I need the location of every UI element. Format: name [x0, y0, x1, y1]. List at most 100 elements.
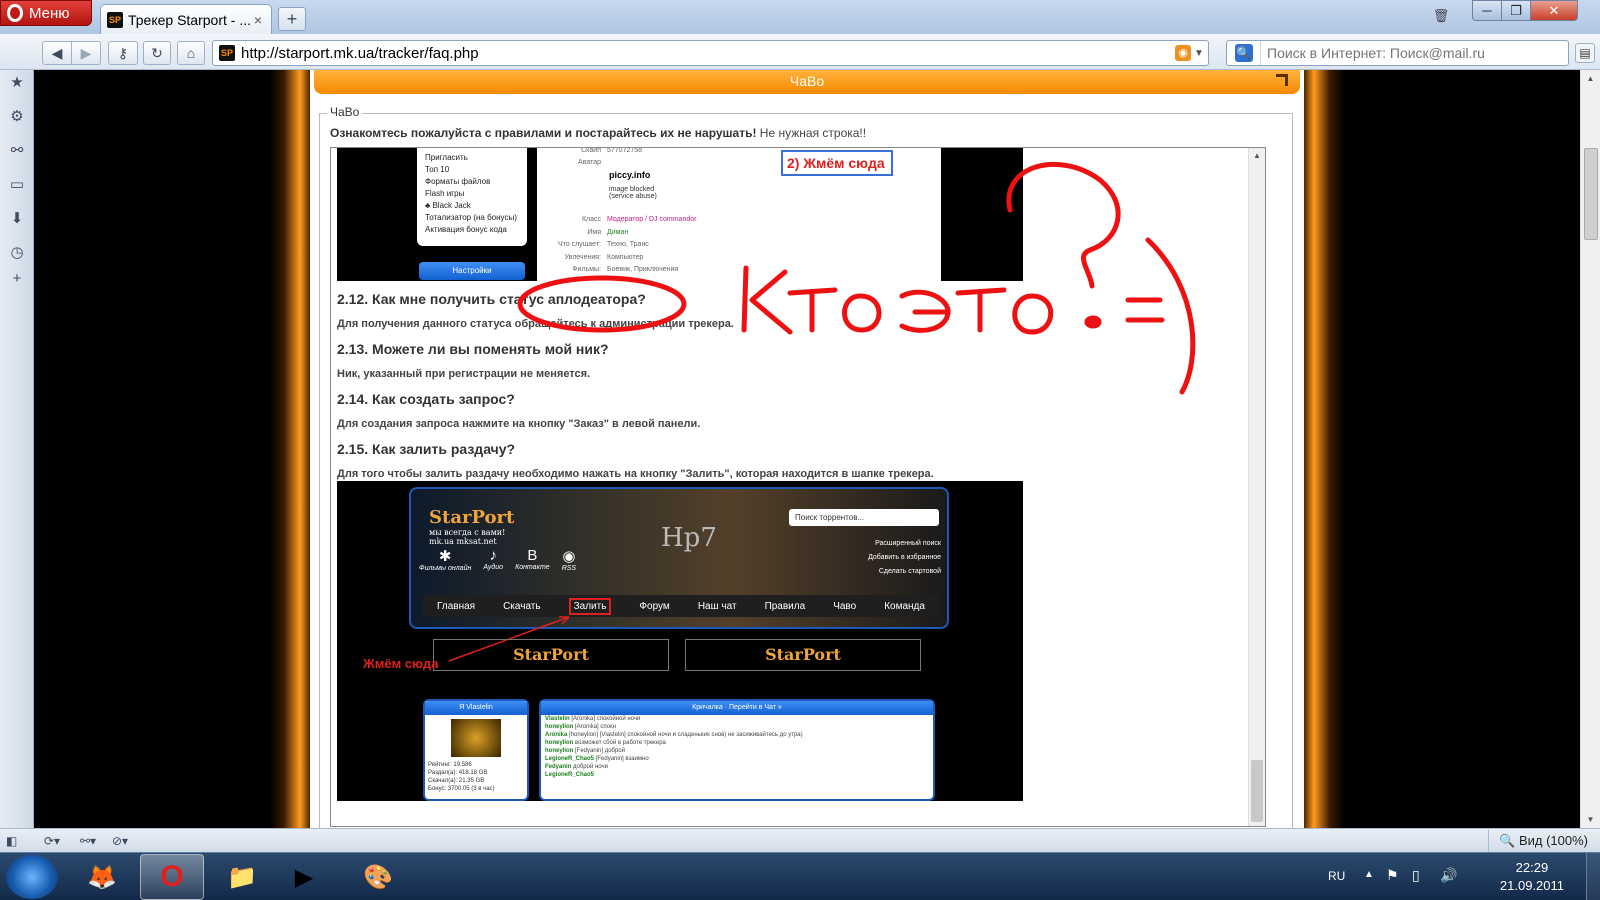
chat-nick: Fedyanin [545, 764, 572, 770]
profile-row-value: Техно, Транс [607, 241, 649, 248]
zoom-icon: 🔍 [1499, 833, 1516, 848]
notes-icon[interactable]: ▭ [8, 176, 26, 194]
scroll-up-icon[interactable]: ▲ [1581, 70, 1600, 87]
profile-row-label: Что слушает: [557, 241, 601, 248]
url-text[interactable]: http://starport.mk.ua/tracker/faq.php [241, 45, 1175, 62]
rss-feed-icon[interactable]: ◉ [1175, 45, 1191, 61]
forward-button[interactable]: ▶ [71, 41, 101, 65]
chat-text: [honeylion] [Vlastelin] спокойной ночи и… [569, 732, 803, 738]
decorative-glow-left [270, 70, 310, 828]
navigation-toolbar: ◀ ▶ ⚷ ↻ ⌂ SP http://starport.mk.ua/track… [0, 34, 1600, 70]
unite-status-icon[interactable]: ⚯▾ [80, 832, 96, 850]
faq-question: 2.15. Как залить раздачу? [337, 441, 516, 457]
frame-scroll-thumb[interactable] [1251, 760, 1263, 822]
user-box-title: Я Vlastelin [425, 701, 527, 715]
search-input[interactable] [1261, 45, 1561, 61]
fieldset-legend: ЧаВо [327, 105, 363, 119]
chat-text: [Fedyanin] взаимно [595, 756, 649, 762]
widgets-icon[interactable]: ⚙ [8, 108, 26, 126]
tab-close-icon[interactable]: × [251, 13, 265, 27]
address-bar[interactable]: SP http://starport.mk.ua/tracker/faq.php… [212, 40, 1209, 66]
search-bar[interactable]: 🔍 [1226, 40, 1569, 66]
faq-answer: Для того чтобы залить раздачу необходимо… [337, 468, 934, 480]
chat-line: honeylion возможет сбой в работе трекера [541, 739, 933, 747]
explorer-taskbar-icon[interactable]: 📁 [210, 854, 274, 900]
close-window-button[interactable]: ✕ [1530, 0, 1578, 21]
chat-text: доброй ночи [573, 764, 608, 770]
language-indicator[interactable]: RU [1328, 869, 1345, 883]
chat-line: honeylion [Aronika] спокн [541, 723, 933, 731]
zoom-label: Вид (100%) [1518, 833, 1588, 848]
firefox-taskbar-icon[interactable]: 🦊 [70, 854, 134, 900]
scroll-up-icon[interactable]: ▲ [1249, 148, 1265, 164]
faq-header-title: ЧаВо [789, 73, 825, 89]
collapse-corner-icon[interactable] [1276, 74, 1288, 86]
page-scroll-thumb[interactable] [1584, 148, 1598, 240]
faq-section-header: ЧаВо [314, 70, 1300, 94]
chat-line: Aronika [honeylion] [Vlastelin] спокойно… [541, 731, 933, 739]
menu-item: Пригласить [425, 153, 468, 162]
volume-icon[interactable]: 🔊 [1440, 867, 1457, 884]
media-player-taskbar-icon[interactable]: ▶ [272, 854, 336, 900]
faq-scroll-frame[interactable]: Пригласить Топ 10 Форматы файлов Flash и… [330, 147, 1266, 827]
starport-favicon-icon: SP [107, 11, 123, 28]
turbo-icon[interactable]: ⊘▾ [112, 832, 128, 850]
user-stat: Скачал(а): 21.35 GB [428, 778, 485, 784]
banner-image: StarPort [433, 639, 669, 671]
zoom-view-button[interactable]: 🔍 Вид (100%) [1488, 830, 1598, 852]
power-icon[interactable]: ▯ [1412, 867, 1420, 884]
downloads-icon[interactable]: ⬇ [8, 210, 26, 228]
click-here-label: Жмём сюда [363, 656, 439, 671]
panel-toggle-icon[interactable]: ◧ [6, 832, 17, 850]
windows-start-button[interactable] [6, 855, 58, 899]
chat-text: [Aronika] спокн [575, 724, 616, 730]
system-clock[interactable]: 22:29 21.09.2011 [1500, 859, 1564, 895]
chat-line: Fedyanin доброй ночи [541, 763, 933, 771]
show-hidden-icons-icon[interactable]: ▲ [1364, 869, 1374, 880]
maximize-button[interactable]: ❐ [1501, 0, 1531, 21]
user-stat: Рейтинг: 19.586 [428, 762, 472, 768]
chevron-down-icon[interactable]: ▼ [1194, 48, 1208, 59]
status-bar: ◧ ⟳▾ ⚯▾ ⊘▾ 🔍 Вид (100%) [0, 828, 1600, 852]
tracker-header-screenshot: StarPort мы всегда с вами! mk.ua mksat.n… [337, 481, 1023, 801]
history-icon[interactable]: ◷ [8, 244, 26, 262]
profile-row-label: Увлечения: [564, 254, 601, 261]
action-center-icon[interactable]: ⚑ [1386, 867, 1399, 884]
opera-taskbar-icon[interactable]: O [140, 854, 204, 900]
back-button[interactable]: ◀ [42, 41, 72, 65]
page-scrollbar[interactable]: ▲ ▼ [1580, 70, 1600, 828]
chat-nick: honeylion [545, 740, 574, 746]
minimize-button[interactable]: ─ [1472, 0, 1502, 21]
bookmarks-icon[interactable]: ★ [8, 74, 26, 92]
reload-button[interactable]: ↻ [143, 41, 171, 65]
windows-taskbar: 🦊 O 📁 ▶ 🎨 RU ▲ ⚑ ▯ 🔊 22:29 21.09.2011 [0, 852, 1600, 900]
paint-taskbar-icon[interactable]: 🎨 [346, 854, 410, 900]
show-desktop-button[interactable] [1586, 853, 1600, 900]
wand-key-icon[interactable]: ⚷ [108, 41, 138, 65]
faq-question: 2.12. Как мне получить статус аплодеатор… [337, 291, 646, 307]
search-engine-selector[interactable]: 🔍 [1227, 41, 1261, 65]
faq-question: 2.14. Как создать запрос? [337, 391, 515, 407]
faq-answer: Для получения данного статуса обращайтес… [337, 318, 734, 330]
sync-icon[interactable]: ⟳▾ [44, 832, 60, 850]
faq-question: 2.13. Можете ли вы поменять мой ник? [337, 341, 609, 357]
avatar-label: Аватар [578, 159, 601, 166]
chat-nick: LegioneR_Chao5 [545, 772, 595, 778]
frame-scrollbar[interactable]: ▲ [1248, 148, 1265, 826]
scroll-down-icon[interactable]: ▼ [1581, 811, 1600, 828]
search-engine-icon: 🔍 [1234, 44, 1253, 62]
browser-tab[interactable]: SP Трекер Starport - ... × [100, 4, 272, 34]
profile-row-label: Имя [587, 229, 601, 236]
unite-icon[interactable]: ⚯ [8, 142, 26, 160]
chat-nick: Aronika [545, 732, 568, 738]
panel-toggle-icon[interactable]: ▤ [1575, 43, 1595, 63]
profile-row-value: Компьютер [607, 254, 644, 261]
home-button[interactable]: ⌂ [177, 41, 205, 65]
add-panel-icon[interactable]: + [8, 270, 26, 288]
side-panel: ★ ⚙ ⚯ ▭ ⬇ ◷ + [0, 70, 34, 828]
faq-answer: Для создания запроса нажмите на кнопку "… [337, 418, 701, 430]
trash-icon[interactable]: 🗑 [1430, 6, 1452, 28]
new-tab-button[interactable]: + [278, 7, 306, 31]
chat-text: [Aronika] спокойной ночи [571, 716, 641, 722]
opera-menu-button[interactable]: Меню [0, 0, 92, 26]
